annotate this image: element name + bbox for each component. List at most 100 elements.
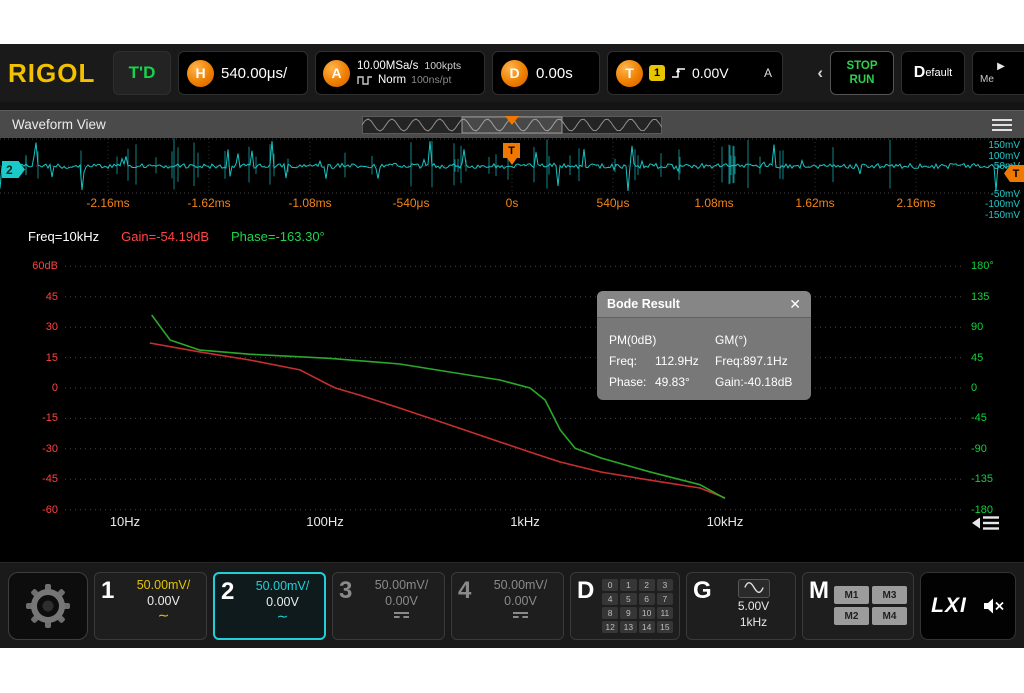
digital-bit: 13 [620, 621, 636, 633]
phase-axis-label: 90 [971, 321, 983, 333]
time-label: 2.16ms [896, 196, 935, 210]
time-label: 0s [506, 196, 519, 210]
speaker-muted-icon[interactable] [983, 597, 1005, 615]
horizontal-icon: H [187, 60, 214, 87]
channel4-number: 4 [458, 577, 480, 635]
freq-axis-label: 1kHz [510, 514, 540, 529]
waveform-view-titlebar: Waveform View [0, 110, 1024, 138]
freq-axis-label: 10Hz [110, 514, 140, 529]
time-label: -1.62ms [187, 196, 230, 210]
menu-flyout-button[interactable]: ▶ Me [972, 51, 1024, 95]
digital-bit: 5 [620, 593, 636, 605]
dc-coupling-icon [394, 612, 409, 620]
trigger-button[interactable]: T 1 0.00V A [607, 51, 783, 95]
gain-axis-label: -30 [12, 443, 58, 455]
generator-label: G [693, 577, 713, 635]
bode-result-body: PM(0dB) GM(°) Freq:112.9Hz Freq:897.1Hz … [597, 318, 811, 400]
channel3-offset: 0.00V [385, 593, 418, 609]
digital-bit: 2 [639, 579, 655, 591]
bode-result-popup[interactable]: Bode Result ✕ PM(0dB) GM(°) Freq:112.9Hz… [597, 291, 811, 400]
gain-axis-label: -15 [12, 412, 58, 424]
channel2-number: 2 [221, 578, 243, 634]
gain-axis-label: 45 [12, 291, 58, 303]
waveform-strip[interactable]: 2 T T [0, 138, 1024, 194]
math1-button[interactable]: M1 [834, 586, 869, 604]
phase-axis-label: 135 [971, 291, 989, 303]
phase-axis-label: -135 [971, 473, 993, 485]
freq-axis-label: 10kHz [707, 514, 744, 529]
collapse-panel-icon[interactable] [972, 514, 1000, 532]
digital-bit: 7 [657, 593, 673, 605]
math2-button[interactable]: M2 [834, 607, 869, 625]
stop-run-button[interactable]: STOP RUN [830, 51, 894, 95]
pm-phase-label: Phase: [609, 375, 655, 389]
time-label: -2.16ms [86, 196, 129, 210]
time-resolution: 100ns/pt [411, 73, 451, 87]
channel2-tile[interactable]: 2 50.00mV/ 0.00V ∼ [213, 572, 326, 640]
delay-button[interactable]: D 0.00s [492, 51, 600, 95]
gm-header: GM(°) [715, 333, 799, 347]
channel4-tile[interactable]: 4 50.00mV/ 0.00V [451, 572, 564, 640]
close-icon[interactable]: ✕ [789, 296, 801, 313]
trigger-source-badge: 1 [649, 65, 665, 81]
digital-bit: 10 [639, 607, 655, 619]
rigol-logo: RIGOL [8, 58, 106, 89]
pm-header: PM(0dB) [609, 333, 715, 347]
channel4-offset: 0.00V [504, 593, 537, 609]
acquire-button[interactable]: A 10.00MSa/s 100kpts Norm 100ns/pt [315, 51, 485, 95]
square-wave-icon [357, 74, 373, 87]
digital-bit: 12 [602, 621, 618, 633]
delay-value: 0.00s [536, 65, 573, 82]
channel1-scale: 50.00mV/ [137, 577, 191, 593]
digital-label: D [577, 577, 597, 635]
memory-depth: 100kpts [424, 59, 461, 73]
default-initial: D [914, 64, 926, 82]
gain-axis-label: -60 [12, 504, 58, 516]
phase-axis-label: 45 [971, 352, 983, 364]
waveform-menu-icon[interactable] [992, 119, 1012, 134]
acquire-mode: Norm [378, 73, 406, 87]
nav-prev-chevron[interactable]: ‹ [817, 63, 823, 83]
time-axis-labels: -2.16ms -1.62ms -1.08ms -540μs 0s 540μs … [0, 194, 1024, 214]
phase-axis-label: 180° [971, 260, 994, 272]
phase-axis-label: -45 [971, 412, 987, 424]
lxi-logo: LXI [931, 594, 967, 618]
generator-frequency: 1kHz [740, 614, 767, 630]
timebase-value: 540.00μs/ [221, 65, 287, 82]
freq-axis-label: 100Hz [306, 514, 344, 529]
channel4-scale: 50.00mV/ [494, 577, 548, 593]
channel2-scale: 50.00mV/ [256, 578, 310, 594]
generator-tile[interactable]: G 5.00V 1kHz [686, 572, 796, 640]
time-label: 1.08ms [694, 196, 733, 210]
gain-axis-label: 30 [12, 321, 58, 333]
delay-icon: D [501, 60, 528, 87]
digital-bit: 1 [620, 579, 636, 591]
trigger-position-marker[interactable]: T [503, 143, 520, 158]
math3-button[interactable]: M3 [872, 586, 907, 604]
trigger-coupling: A [764, 66, 774, 80]
phase-axis-label: 0 [971, 382, 977, 394]
math4-button[interactable]: M4 [872, 607, 907, 625]
channel3-tile[interactable]: 3 50.00mV/ 0.00V [332, 572, 445, 640]
horizontal-position-indicator[interactable] [362, 116, 662, 134]
stop-label: STOP [846, 60, 877, 73]
bode-result-titlebar[interactable]: Bode Result ✕ [597, 291, 811, 318]
default-rest: efault [925, 67, 952, 79]
math-tile[interactable]: M M1 M3 M2 M4 [802, 572, 914, 640]
gain-axis-label: 0 [12, 382, 58, 394]
pm-freq-label: Freq: [609, 354, 655, 368]
time-label: -1.08ms [288, 196, 331, 210]
digital-channel-grid: 0 1 2 3 4 5 6 7 8 9 10 11 12 13 14 15 [602, 577, 673, 635]
bode-result-title: Bode Result [607, 297, 680, 311]
channel1-tile[interactable]: 1 50.00mV/ 0.00V ∼ [94, 572, 207, 640]
oscilloscope-screen: RIGOL T'D H 540.00μs/ A 10.00MSa/s 100kp… [0, 44, 1024, 648]
lxi-status-tile[interactable]: LXI [920, 572, 1016, 640]
default-button[interactable]: Default [901, 51, 965, 95]
digital-channels-tile[interactable]: D 0 1 2 3 4 5 6 7 8 9 10 11 12 13 14 15 [570, 572, 680, 640]
digital-bit: 6 [639, 593, 655, 605]
trigger-level: 0.00V [692, 65, 729, 81]
waveform-area: 2 T T 150mV 100mV 50mV -50mV -100mV -150… [0, 138, 1024, 214]
rigol-gear-button[interactable] [8, 572, 88, 640]
horizontal-timebase-button[interactable]: H 540.00μs/ [178, 51, 308, 95]
time-label: -540μs [393, 196, 430, 210]
